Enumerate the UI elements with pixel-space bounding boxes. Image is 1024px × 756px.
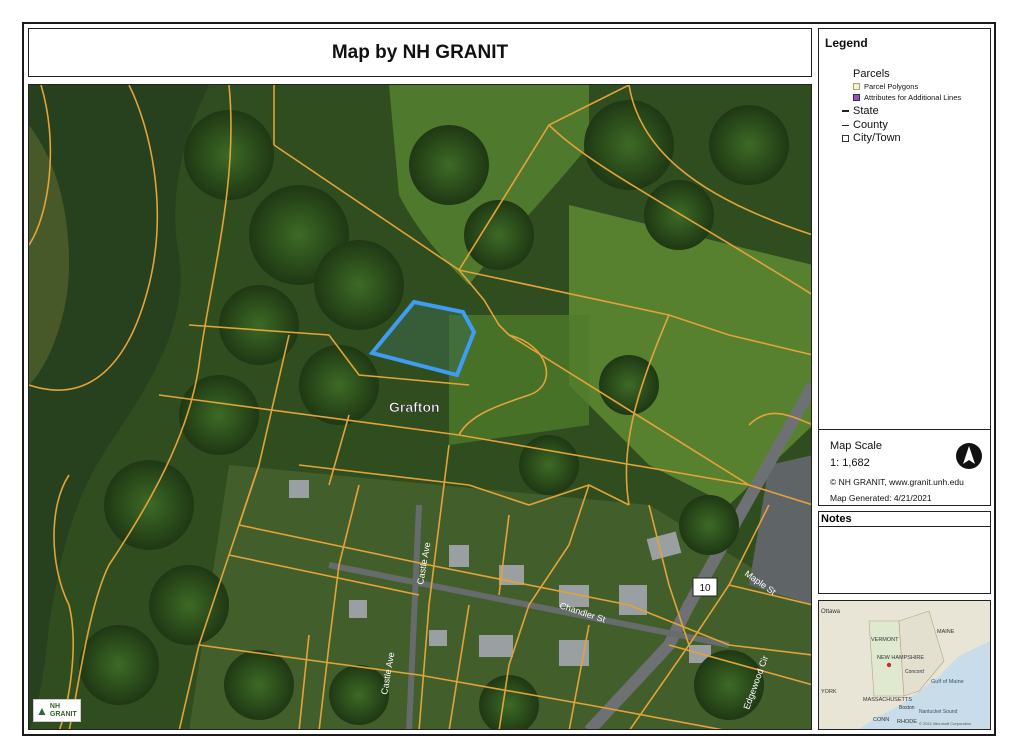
- map-generated: Map Generated: 4/21/2021: [830, 493, 932, 503]
- map-title: Map by NH GRANIT: [28, 28, 812, 77]
- scale-section: Map Scale 1: 1,682 © NH GRANIT, www.gran…: [819, 429, 990, 506]
- inset-label: YORK: [821, 689, 837, 695]
- route-10-shield: 10: [692, 577, 718, 597]
- map-scale-value: 1: 1,682: [830, 457, 870, 469]
- inset-label: RHODE: [897, 719, 917, 725]
- inset-label: Boston: [899, 705, 915, 711]
- inset-label: MASSACHUSETTS: [863, 697, 912, 703]
- legend-item-city-town: City/Town: [842, 132, 901, 144]
- county-line-icon: [842, 124, 849, 126]
- map-scale-label: Map Scale: [830, 440, 882, 452]
- map-generated-date: 4/21/2021: [893, 493, 932, 503]
- logo-text-line2: GRANIT: [49, 710, 77, 718]
- legend-panel: Legend Parcels Parcel Polygons Attribute…: [818, 28, 991, 506]
- inset-label: MAINE: [937, 629, 955, 635]
- legend-item-parcel-polygons: Parcel Polygons: [853, 82, 918, 91]
- legend-item-attribute-lines: Attributes for Additional Lines: [853, 93, 961, 102]
- inset-label: Concord: [905, 669, 924, 675]
- inset-label: CONN: [873, 717, 889, 723]
- legend-heading: Legend: [825, 36, 868, 50]
- north-arrow-icon: [956, 443, 982, 469]
- route-shield-number: 10: [699, 583, 711, 594]
- inset-label: Nantucket Sound: [919, 709, 958, 715]
- map-view[interactable]: Grafton Castle Ave Castle Ave Chandler S…: [28, 84, 812, 730]
- nh-granit-logo: ▲ NH GRANIT: [33, 699, 81, 722]
- locator-map-graphic: Ottawa VERMONT MAINE NEW HAMPSHIRE Gulf …: [819, 601, 990, 729]
- legend-item-label: City/Town: [853, 132, 901, 144]
- logo-text-line1: NH: [49, 702, 61, 710]
- legend-group-parcels: Parcels: [853, 68, 890, 80]
- inset-label: NEW HAMPSHIRE: [877, 655, 924, 661]
- aerial-map[interactable]: Grafton Castle Ave Castle Ave Chandler S…: [29, 85, 812, 730]
- inset-label: VERMONT: [871, 637, 899, 643]
- attribute-line-swatch-icon: [853, 94, 860, 101]
- map-credit: © NH GRANIT, www.granit.unh.edu: [830, 477, 964, 487]
- legend-item-label: Attributes for Additional Lines: [864, 93, 962, 102]
- notes-heading: Notes: [819, 512, 990, 527]
- parcel-polygon-swatch-icon: [853, 83, 860, 90]
- notes-panel: Notes: [818, 511, 991, 594]
- legend-item-label: State: [853, 105, 879, 117]
- location-marker-icon: [886, 662, 892, 668]
- legend-group-label: Parcels: [853, 68, 890, 80]
- city-town-box-icon: [842, 134, 849, 142]
- inset-label: Gulf of Maine: [931, 679, 964, 685]
- state-line-icon: [842, 110, 849, 112]
- legend-item-label: Parcel Polygons: [864, 82, 919, 91]
- locator-map: Ottawa VERMONT MAINE NEW HAMPSHIRE Gulf …: [818, 600, 991, 730]
- logo-mark-icon: ▲: [36, 703, 48, 718]
- inset-attribution: © 2021 Microsoft Corporation: [919, 721, 971, 726]
- legend-item-label: County: [853, 119, 888, 131]
- legend-item-state: State: [842, 105, 879, 117]
- map-generated-label: Map Generated:: [830, 493, 892, 503]
- legend-item-county: County: [842, 119, 888, 131]
- town-label: Grafton: [389, 399, 440, 415]
- inset-label: Ottawa: [821, 609, 841, 615]
